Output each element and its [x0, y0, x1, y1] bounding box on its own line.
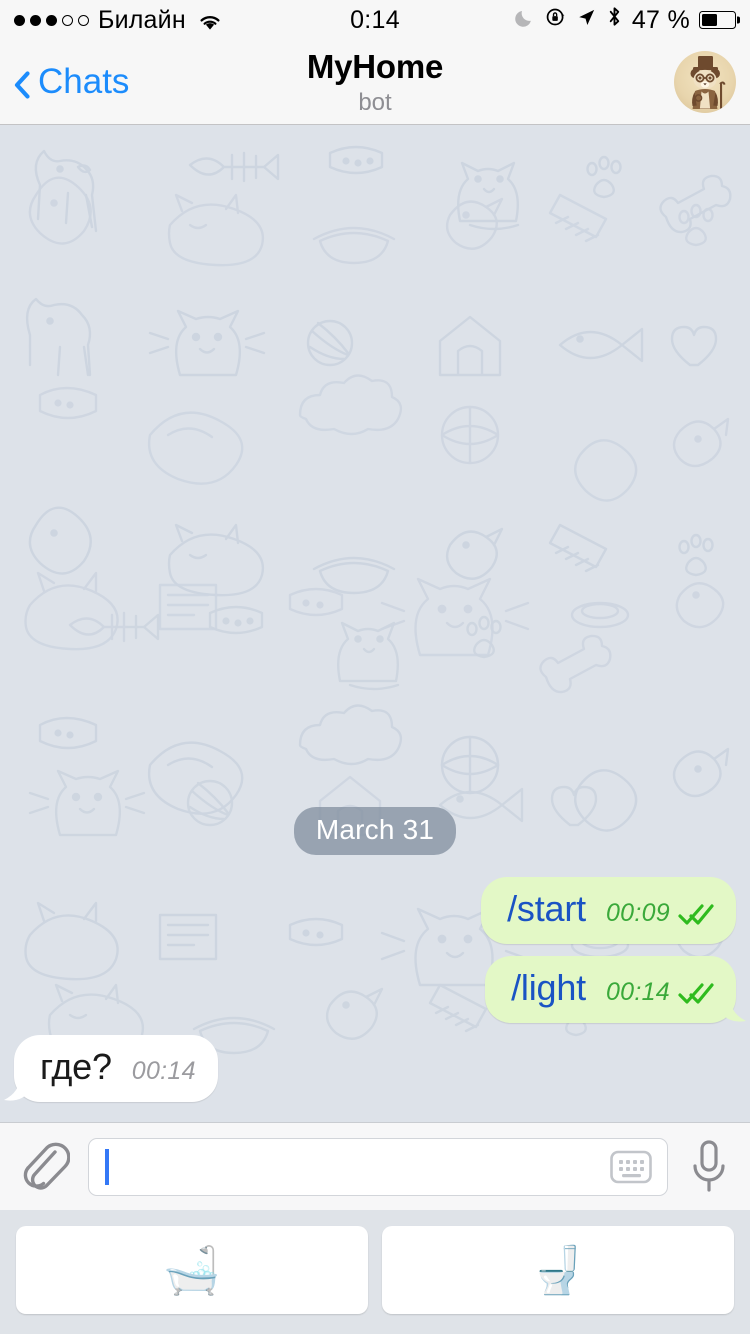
message-row: где? 00:14 [4, 1035, 736, 1102]
chat-subtitle: bot [358, 88, 392, 116]
signal-dot-4 [62, 14, 73, 26]
message-bubble-outgoing[interactable]: /light 00:14 [485, 956, 746, 1023]
signal-strength-dots [14, 14, 89, 26]
signal-dot-2 [30, 14, 41, 26]
phone-screen: Билайн 0:14 47 % Chats MyHome bot March … [0, 0, 750, 1334]
message-input[interactable] [109, 1138, 609, 1195]
date-separator-row: March 31 [14, 807, 736, 855]
message-bubble-incoming[interactable]: где? 00:14 [4, 1035, 218, 1102]
message-input-field[interactable] [88, 1137, 668, 1196]
message-row: /light 00:14 [14, 956, 746, 1023]
chevron-left-icon [14, 68, 30, 99]
avatar[interactable] [674, 51, 736, 113]
location-arrow-icon [576, 6, 597, 35]
message-text: где? [40, 1046, 112, 1087]
chat-content: March 31 /start 00:09 /light 00:14 где? … [0, 807, 750, 1122]
moon-icon [515, 6, 536, 35]
date-separator: March 31 [293, 807, 457, 855]
bathtub-button[interactable]: 🛁 [16, 1226, 368, 1314]
message-meta: 00:14 [606, 978, 714, 1007]
message-text: /light [511, 967, 586, 1008]
signal-dot-1 [14, 14, 25, 26]
custom-bot-keyboard: 🛁 🚽 [0, 1210, 750, 1334]
message-meta: 00:09 [606, 899, 714, 928]
keyboard-icon[interactable] [609, 1147, 653, 1187]
status-bar: Билайн 0:14 47 % [0, 0, 750, 40]
double-check-icon [678, 903, 714, 925]
message-row: /start 00:09 [14, 877, 736, 944]
paperclip-icon[interactable] [18, 1139, 71, 1195]
status-bar-right: 47 % [515, 5, 736, 35]
carrier-name: Билайн [98, 5, 186, 34]
double-check-icon [678, 982, 714, 1004]
chat-title: MyHome [306, 47, 444, 85]
signal-dot-5 [78, 14, 89, 26]
bubble-tail-left [4, 1076, 30, 1102]
message-time: 00:14 [605, 978, 670, 1006]
toilet-button[interactable]: 🚽 [382, 1226, 734, 1314]
message-time: 00:14 [131, 1057, 196, 1085]
message-time: 00:09 [605, 899, 670, 927]
message-meta: 00:14 [132, 1057, 196, 1086]
navigation-bar: Chats MyHome bot [0, 40, 750, 125]
bathtub-icon: 🛁 [163, 1244, 221, 1296]
status-bar-left: Билайн [14, 6, 223, 35]
bubble-tail-right [720, 997, 746, 1023]
wifi-icon [197, 10, 223, 30]
back-to-chats-button[interactable]: Chats [14, 62, 129, 102]
battery-icon [699, 11, 736, 29]
signal-dot-3 [46, 14, 57, 26]
chat-message-area[interactable]: March 31 /start 00:09 /light 00:14 где? … [0, 125, 750, 1122]
microphone-icon[interactable] [686, 1137, 732, 1197]
rotation-lock-icon [545, 6, 567, 35]
toilet-icon: 🚽 [529, 1244, 587, 1296]
battery-percent-label: 47 % [631, 5, 690, 34]
back-button-label: Chats [38, 62, 130, 101]
bluetooth-icon [606, 5, 623, 35]
message-bubble-outgoing[interactable]: /start 00:09 [481, 877, 736, 944]
message-text: /start [507, 888, 586, 929]
message-input-bar [0, 1122, 750, 1210]
